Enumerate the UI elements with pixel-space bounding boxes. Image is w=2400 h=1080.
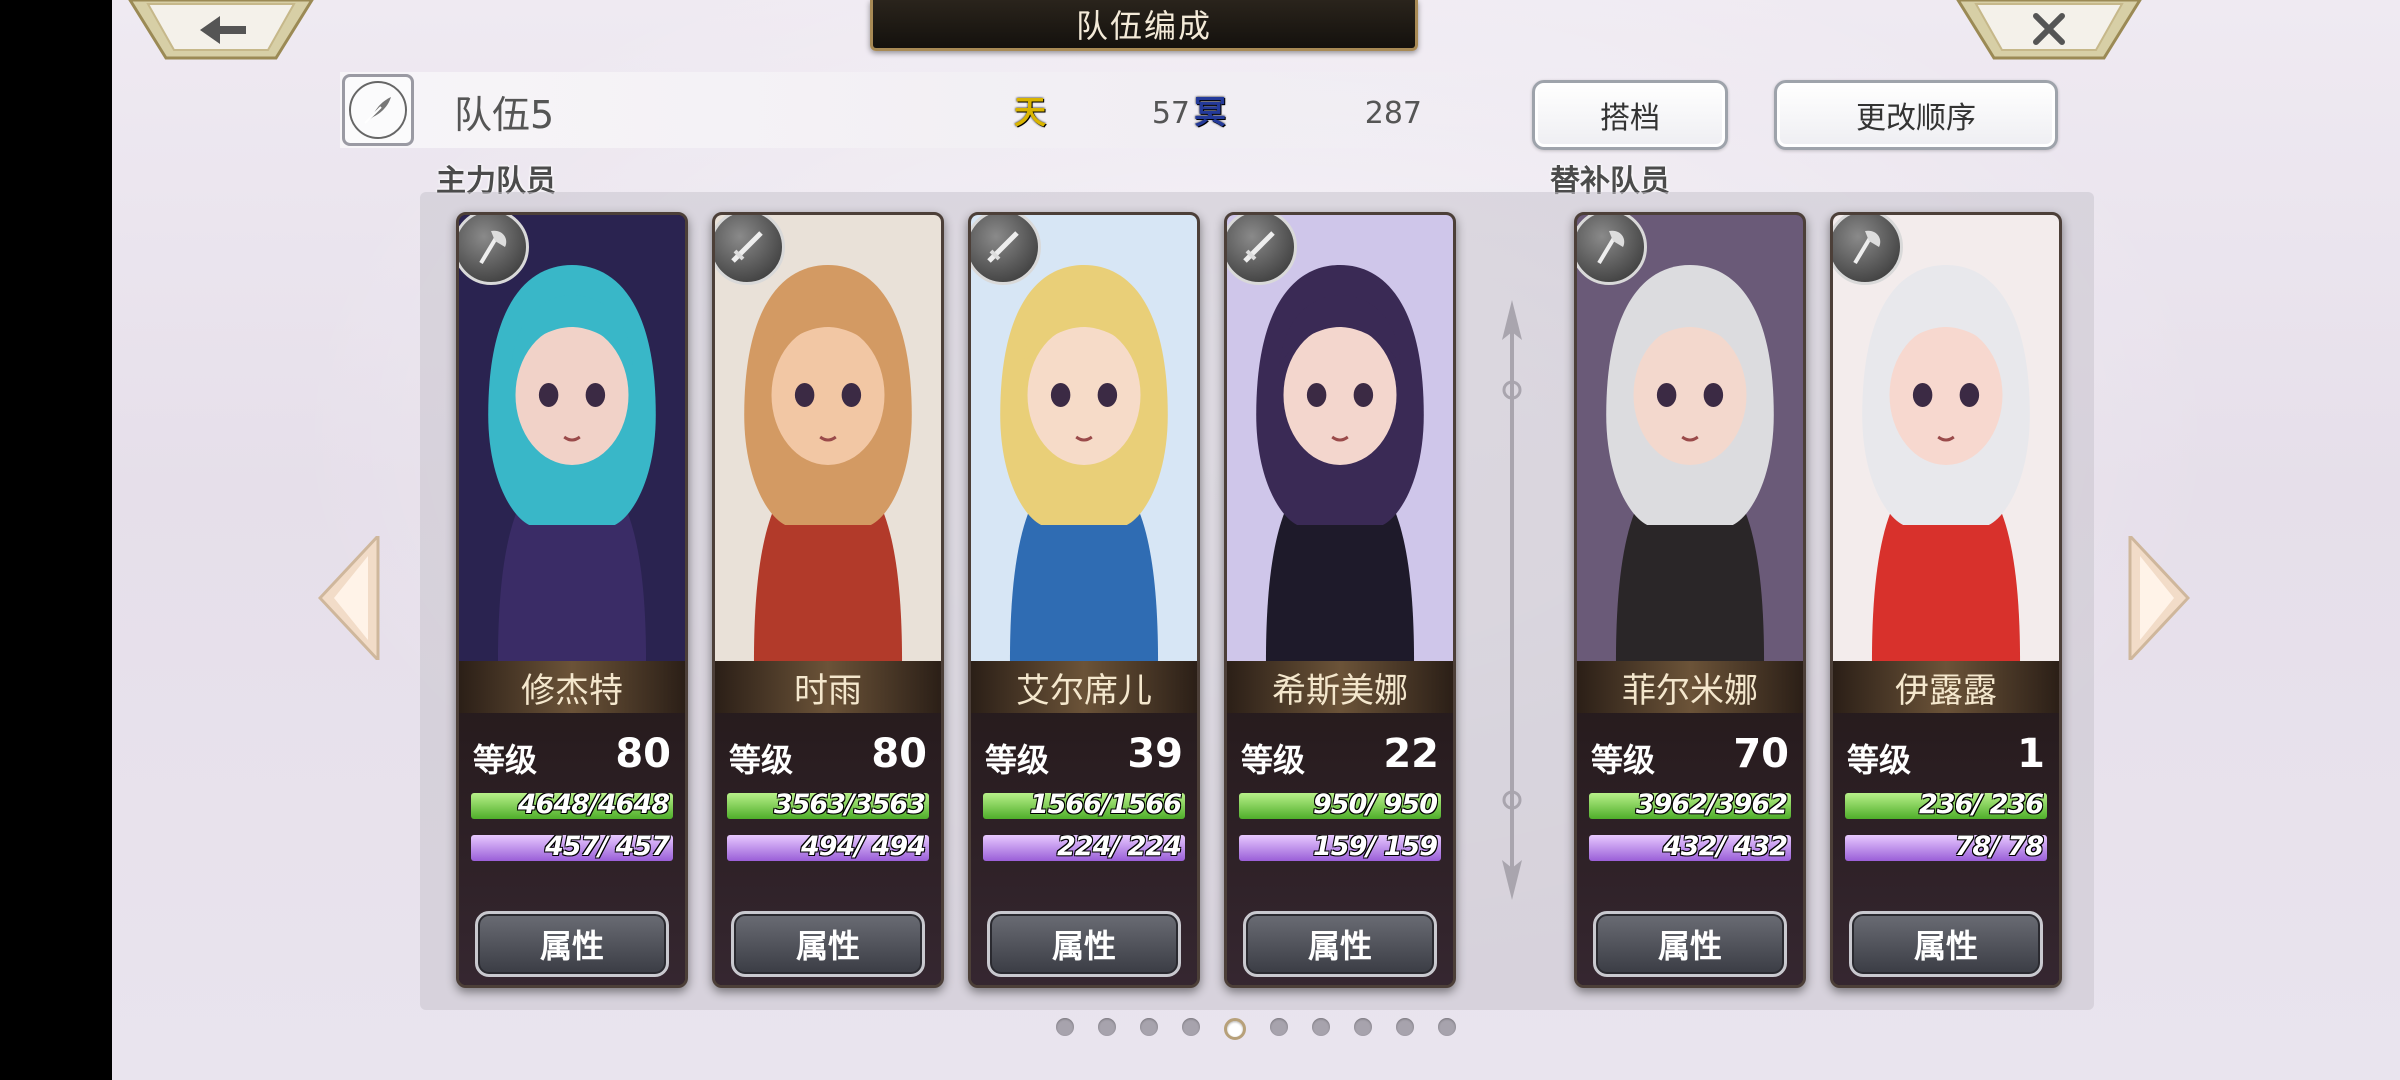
level-row: 等级 80	[729, 731, 927, 779]
team-divider	[1482, 300, 1542, 900]
mp-bar: 159/ 159	[1239, 835, 1441, 861]
team-name: 队伍5	[454, 93, 555, 137]
member-card[interactable]: 希斯美娜等级 22 950/ 950 159/ 159 属性	[1224, 212, 1456, 988]
level-value: 80	[871, 731, 927, 777]
attribute-button[interactable]: 属性	[475, 911, 669, 977]
hp-bar: 3962/3962	[1589, 793, 1791, 819]
page-title-bar: 队伍编成	[870, 0, 1418, 51]
member-card[interactable]: 菲尔米娜等级 70 3962/3962 432/ 432 属性	[1574, 212, 1806, 988]
mp-value: 457/ 457	[545, 835, 670, 861]
mp-value: 78/ 78	[1954, 835, 2044, 861]
level-value: 22	[1383, 731, 1439, 777]
page-dot[interactable]	[1312, 1018, 1330, 1036]
page-dot[interactable]	[1270, 1018, 1288, 1036]
character-name: 艾尔席儿	[971, 661, 1197, 713]
mp-bar: 78/ 78	[1845, 835, 2047, 861]
character-name: 菲尔米娜	[1577, 661, 1803, 713]
level-value: 1	[2017, 731, 2045, 777]
level-label: 等级	[1847, 741, 1912, 779]
level-row: 等级 1	[1847, 731, 2045, 779]
page-dot-active[interactable]	[1224, 1018, 1246, 1040]
hp-bar: 3563/3563	[727, 793, 929, 819]
character-stats: 等级 1 236/ 236 78/ 78 属性	[1833, 713, 2059, 985]
character-name: 修杰特	[459, 661, 685, 713]
hp-bar: 4648/4648	[471, 793, 673, 819]
member-card[interactable]: 伊露露等级 1 236/ 236 78/ 78 属性	[1830, 212, 2062, 988]
page-indicator	[1056, 1018, 1480, 1040]
page-dot[interactable]	[1056, 1018, 1074, 1036]
level-row: 等级 70	[1591, 731, 1789, 779]
member-card[interactable]: 艾尔席儿等级 39 1566/1566 224/ 224 属性	[968, 212, 1200, 988]
hp-value: 1566/1566	[1029, 793, 1182, 819]
mp-bar: 494/ 494	[727, 835, 929, 861]
page-dot[interactable]	[1140, 1018, 1158, 1036]
next-page-arrow[interactable]	[2126, 532, 2191, 664]
character-name: 时雨	[715, 661, 941, 713]
character-name: 伊露露	[1833, 661, 2059, 713]
back-button[interactable]	[126, 0, 316, 62]
partner-button[interactable]: 搭档	[1532, 80, 1728, 150]
hp-bar: 236/ 236	[1845, 793, 2047, 819]
dark-currency-icon: 冥	[1193, 93, 1226, 131]
sky-currency-icon: 天	[1013, 93, 1046, 131]
page-dot[interactable]	[1396, 1018, 1414, 1036]
level-row: 等级 22	[1241, 731, 1439, 779]
hp-value: 236/ 236	[1919, 793, 2044, 819]
edit-team-name-button[interactable]	[342, 74, 414, 146]
page-dot[interactable]	[1354, 1018, 1372, 1036]
attribute-button[interactable]: 属性	[731, 911, 925, 977]
level-row: 等级 80	[473, 731, 671, 779]
attribute-button[interactable]: 属性	[987, 911, 1181, 977]
level-row: 等级 39	[985, 731, 1183, 779]
mp-value: 494/ 494	[801, 835, 926, 861]
character-stats: 等级 22 950/ 950 159/ 159 属性	[1227, 713, 1453, 985]
hp-value: 3962/3962	[1635, 793, 1788, 819]
page-dot[interactable]	[1098, 1018, 1116, 1036]
hp-value: 950/ 950	[1313, 793, 1438, 819]
level-label: 等级	[1241, 741, 1306, 779]
character-stats: 等级 39 1566/1566 224/ 224 属性	[971, 713, 1197, 985]
member-card[interactable]: 修杰特等级 80 4648/4648 457/ 457 属性	[456, 212, 688, 988]
close-button[interactable]	[1954, 0, 2144, 62]
character-stats: 等级 70 3962/3962 432/ 432 属性	[1577, 713, 1803, 985]
member-card[interactable]: 时雨等级 80 3563/3563 494/ 494 属性	[712, 212, 944, 988]
level-label: 等级	[1591, 741, 1656, 779]
level-label: 等级	[729, 741, 794, 779]
mp-value: 432/ 432	[1663, 835, 1788, 861]
character-name: 希斯美娜	[1227, 661, 1453, 713]
attribute-button[interactable]: 属性	[1593, 911, 1787, 977]
sky-currency-value: 57	[1151, 96, 1190, 131]
change-order-button[interactable]: 更改顺序	[1774, 80, 2058, 150]
level-value: 39	[1127, 731, 1183, 777]
dark-currency-value: 287	[1364, 96, 1422, 131]
page-dot[interactable]	[1438, 1018, 1456, 1036]
page-title: 队伍编成	[1075, 7, 1212, 45]
mp-bar: 457/ 457	[471, 835, 673, 861]
prev-page-arrow[interactable]	[317, 532, 382, 664]
hp-bar: 1566/1566	[983, 793, 1185, 819]
quill-pen-icon	[349, 81, 407, 139]
mp-bar: 432/ 432	[1589, 835, 1791, 861]
level-value: 80	[615, 731, 671, 777]
hp-bar: 950/ 950	[1239, 793, 1441, 819]
character-stats: 等级 80 3563/3563 494/ 494 属性	[715, 713, 941, 985]
level-value: 70	[1733, 731, 1789, 777]
level-label: 等级	[473, 741, 538, 779]
attribute-button[interactable]: 属性	[1243, 911, 1437, 977]
mp-value: 159/ 159	[1313, 835, 1438, 861]
level-label: 等级	[985, 741, 1050, 779]
hp-value: 3563/3563	[773, 793, 926, 819]
attribute-button[interactable]: 属性	[1849, 911, 2043, 977]
mp-bar: 224/ 224	[983, 835, 1185, 861]
mp-value: 224/ 224	[1057, 835, 1182, 861]
hp-value: 4648/4648	[517, 793, 670, 819]
page-dot[interactable]	[1182, 1018, 1200, 1036]
character-stats: 等级 80 4648/4648 457/ 457 属性	[459, 713, 685, 985]
